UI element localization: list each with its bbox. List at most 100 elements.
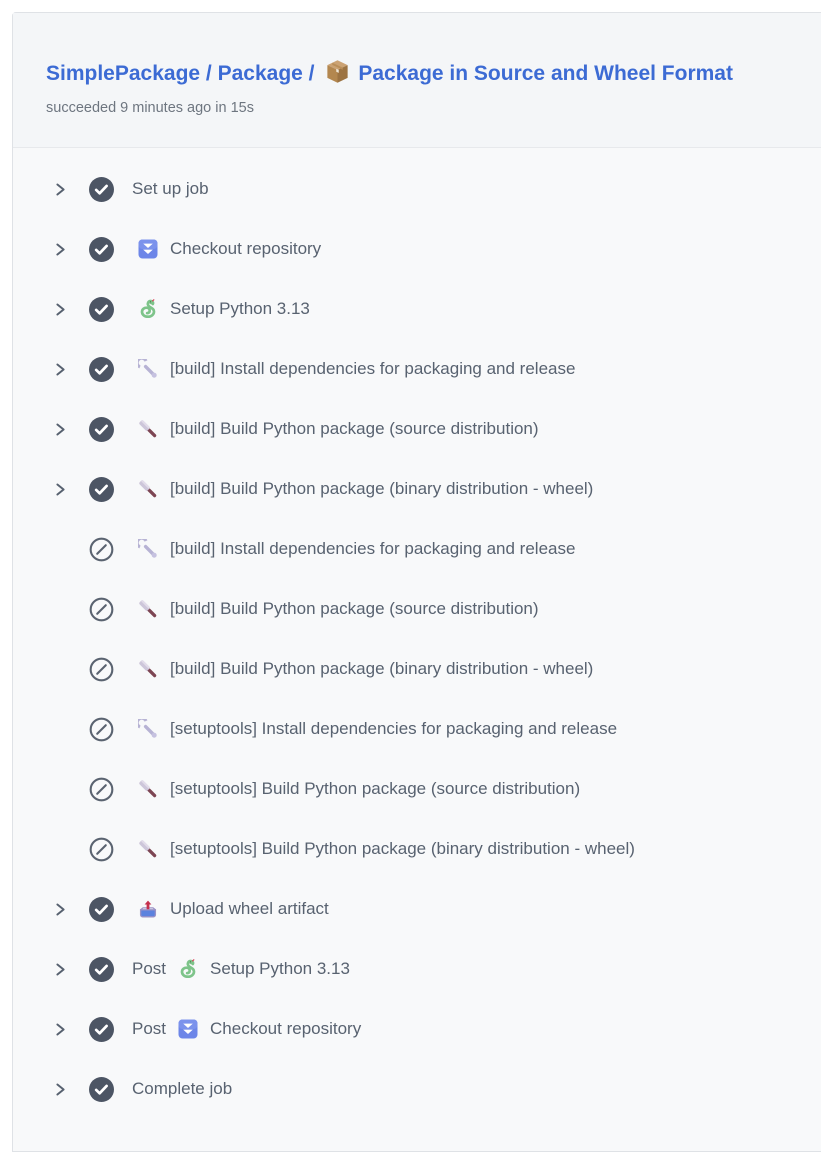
job-title: SimplePackage / Package / Package in Sou… bbox=[46, 58, 817, 92]
step-row: [build] Build Python package (source dis… bbox=[13, 579, 821, 639]
step-label-text: Complete job bbox=[132, 1079, 232, 1099]
hammer-icon bbox=[138, 659, 158, 679]
step-label: Setup Python 3.13 bbox=[132, 299, 310, 319]
checkout-icon bbox=[178, 1019, 198, 1039]
chevron-right-icon[interactable] bbox=[54, 242, 67, 257]
step-label-text: [build] Build Python package (binary dis… bbox=[170, 659, 593, 679]
step-label: [build] Install dependencies for packagi… bbox=[132, 359, 575, 379]
step-row[interactable]: [build] Install dependencies for packagi… bbox=[13, 339, 821, 399]
chevron-spacer bbox=[54, 782, 67, 797]
success-icon bbox=[89, 297, 114, 322]
success-icon bbox=[89, 957, 114, 982]
step-label-text: [build] Build Python package (binary dis… bbox=[170, 479, 593, 499]
wrench-icon bbox=[138, 719, 158, 739]
step-row[interactable]: Checkout repository bbox=[13, 219, 821, 279]
step-row[interactable]: [build] Build Python package (binary dis… bbox=[13, 459, 821, 519]
chevron-right-icon[interactable] bbox=[54, 902, 67, 917]
step-label: Post Setup Python 3.13 bbox=[132, 959, 350, 979]
breadcrumb-repo-link[interactable]: SimplePackage bbox=[46, 62, 200, 85]
wrench-icon bbox=[138, 539, 158, 559]
step-label-prefix: Post bbox=[132, 959, 166, 979]
step-label-prefix: Post bbox=[132, 1019, 166, 1039]
breadcrumb-workflow-link[interactable]: Package bbox=[218, 62, 303, 85]
chevron-spacer bbox=[54, 722, 67, 737]
hammer-icon bbox=[138, 419, 158, 439]
step-label: [build] Build Python package (binary dis… bbox=[132, 659, 593, 679]
step-label-text: Checkout repository bbox=[210, 1019, 361, 1039]
step-label: Checkout repository bbox=[132, 239, 321, 259]
success-icon bbox=[89, 417, 114, 442]
skipped-icon bbox=[89, 837, 114, 862]
step-label-text: [build] Build Python package (source dis… bbox=[170, 599, 539, 619]
success-icon bbox=[89, 477, 114, 502]
skipped-icon bbox=[89, 717, 114, 742]
step-label: [build] Build Python package (source dis… bbox=[132, 419, 539, 439]
step-label-text: [setuptools] Build Python package (binar… bbox=[170, 839, 635, 859]
step-label-text: Upload wheel artifact bbox=[170, 899, 329, 919]
step-label-text: Setup Python 3.13 bbox=[210, 959, 350, 979]
chevron-spacer bbox=[54, 842, 67, 857]
chevron-spacer bbox=[54, 662, 67, 677]
step-label: Post Checkout repository bbox=[132, 1019, 361, 1039]
step-list: Set up job Checkout repository Setup Pytho… bbox=[13, 148, 821, 1119]
hammer-icon bbox=[138, 779, 158, 799]
wrench-icon bbox=[138, 359, 158, 379]
step-label: [build] Build Python package (source dis… bbox=[132, 599, 539, 619]
chevron-right-icon[interactable] bbox=[54, 482, 67, 497]
success-icon bbox=[89, 177, 114, 202]
step-label-text: Setup Python 3.13 bbox=[170, 299, 310, 319]
success-icon bbox=[89, 1017, 114, 1042]
chevron-right-icon[interactable] bbox=[54, 422, 67, 437]
chevron-spacer bbox=[54, 542, 67, 557]
step-label: Upload wheel artifact bbox=[132, 899, 329, 919]
step-row[interactable]: Post Checkout repository bbox=[13, 999, 821, 1059]
step-row[interactable]: Post Setup Python 3.13 bbox=[13, 939, 821, 999]
skipped-icon bbox=[89, 657, 114, 682]
step-label: Complete job bbox=[132, 1079, 232, 1099]
checkout-icon bbox=[138, 239, 158, 259]
success-icon bbox=[89, 897, 114, 922]
step-label: [build] Install dependencies for packagi… bbox=[132, 539, 575, 559]
success-icon bbox=[89, 1077, 114, 1102]
step-label-text: [setuptools] Install dependencies for pa… bbox=[170, 719, 617, 739]
success-icon bbox=[89, 357, 114, 382]
success-icon bbox=[89, 237, 114, 262]
upload-icon bbox=[138, 899, 158, 919]
step-label: [setuptools] Build Python package (binar… bbox=[132, 839, 635, 859]
chevron-right-icon[interactable] bbox=[54, 302, 67, 317]
step-row: [build] Build Python package (binary dis… bbox=[13, 639, 821, 699]
step-label-text: [build] Build Python package (source dis… bbox=[170, 419, 539, 439]
breadcrumb-separator: / bbox=[200, 62, 218, 85]
step-row[interactable]: Set up job bbox=[13, 159, 821, 219]
chevron-right-icon[interactable] bbox=[54, 182, 67, 197]
run-name: Package in Source and Wheel Format bbox=[358, 62, 733, 85]
hammer-icon bbox=[138, 479, 158, 499]
step-row: [build] Install dependencies for packagi… bbox=[13, 519, 821, 579]
python-icon bbox=[138, 299, 158, 319]
chevron-right-icon[interactable] bbox=[54, 362, 67, 377]
step-row[interactable]: Complete job bbox=[13, 1059, 821, 1119]
step-row[interactable]: Upload wheel artifact bbox=[13, 879, 821, 939]
package-icon bbox=[324, 58, 351, 92]
hammer-icon bbox=[138, 839, 158, 859]
step-row[interactable]: Setup Python 3.13 bbox=[13, 279, 821, 339]
step-row: [setuptools] Build Python package (binar… bbox=[13, 819, 821, 879]
step-row: [setuptools] Build Python package (sourc… bbox=[13, 759, 821, 819]
step-label-text: [setuptools] Build Python package (sourc… bbox=[170, 779, 580, 799]
chevron-right-icon[interactable] bbox=[54, 1082, 67, 1097]
hammer-icon bbox=[138, 599, 158, 619]
step-label-text: [build] Install dependencies for packagi… bbox=[170, 359, 575, 379]
skipped-icon bbox=[89, 777, 114, 802]
step-label: [build] Build Python package (binary dis… bbox=[132, 479, 593, 499]
step-row[interactable]: [build] Build Python package (source dis… bbox=[13, 399, 821, 459]
step-label-text: Set up job bbox=[132, 179, 209, 199]
chevron-right-icon[interactable] bbox=[54, 962, 67, 977]
job-header: SimplePackage / Package / Package in Sou… bbox=[13, 13, 821, 148]
run-status-line: succeeded 9 minutes ago in 15s bbox=[46, 99, 817, 117]
chevron-spacer bbox=[54, 602, 67, 617]
step-label-text: [build] Install dependencies for packagi… bbox=[170, 539, 575, 559]
step-row: [setuptools] Install dependencies for pa… bbox=[13, 699, 821, 759]
step-label: [setuptools] Build Python package (sourc… bbox=[132, 779, 580, 799]
step-label: Set up job bbox=[132, 179, 209, 199]
chevron-right-icon[interactable] bbox=[54, 1022, 67, 1037]
